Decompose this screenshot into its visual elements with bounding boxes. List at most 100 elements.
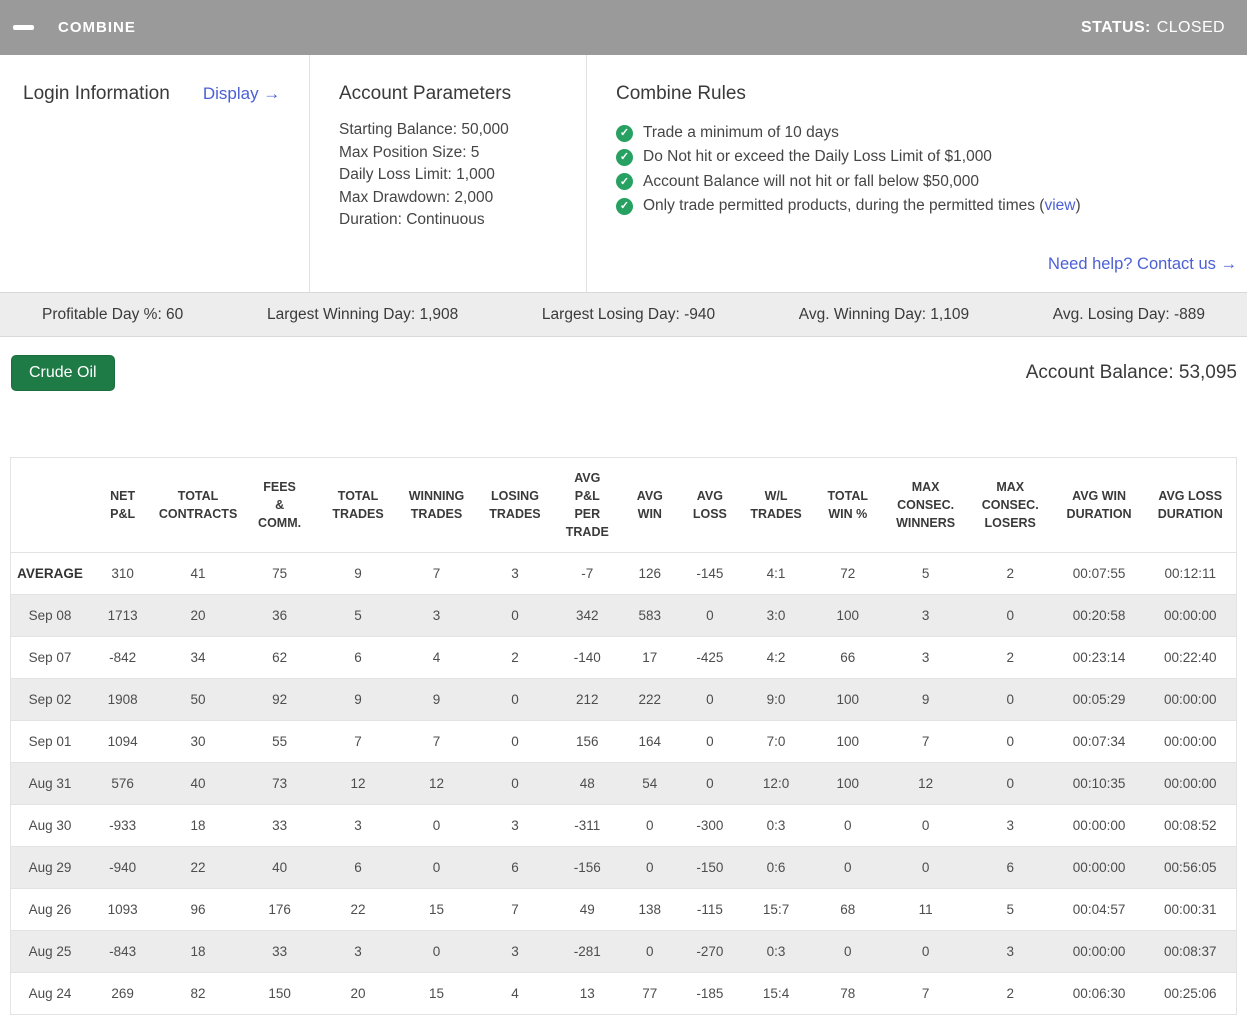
table-cell: 342 <box>554 595 621 637</box>
table-cell: 48 <box>554 763 621 805</box>
table-cell: 00:00:00 <box>1054 847 1145 889</box>
table-cell: 138 <box>621 889 679 931</box>
rule-item: ✓ Only trade permitted products, during … <box>616 194 1237 218</box>
column-header: WINNING TRADES <box>397 458 477 553</box>
table-cell: 00:22:40 <box>1144 637 1236 679</box>
table-cell: 0 <box>811 931 885 973</box>
table-cell: 00:00:00 <box>1054 931 1145 973</box>
table-cell: 0 <box>476 763 553 805</box>
table-cell: 00:56:05 <box>1144 847 1236 889</box>
table-cell: 3:0 <box>741 595 811 637</box>
table-cell: 15 <box>397 973 477 1015</box>
check-icon: ✓ <box>616 173 633 190</box>
view-link[interactable]: view <box>1044 197 1075 214</box>
table-cell: 00:20:58 <box>1054 595 1145 637</box>
table-cell: 2 <box>967 553 1054 595</box>
table-cell: 3 <box>885 595 967 637</box>
table-row: Sep 011094305577015616407:01007000:07:34… <box>11 721 1237 763</box>
column-header: TOTAL CONTRACTS <box>156 458 239 553</box>
table-cell: 3 <box>967 805 1054 847</box>
column-header: NET P&L <box>89 458 156 553</box>
table-cell: 0 <box>621 847 679 889</box>
table-cell: -311 <box>554 805 621 847</box>
table-cell: -425 <box>679 637 742 679</box>
stat-item: Profitable Day %: 60 <box>42 306 183 324</box>
table-cell: 0 <box>679 763 742 805</box>
rule-item: ✓ Do Not hit or exceed the Daily Loss Li… <box>616 145 1237 169</box>
check-icon: ✓ <box>616 198 633 215</box>
row-label: Aug 25 <box>11 931 89 973</box>
table-cell: 50 <box>156 679 239 721</box>
status-value: CLOSED <box>1157 19 1225 36</box>
table-header: NET P&LTOTAL CONTRACTSFEES & COMM.TOTAL … <box>11 458 1237 553</box>
table-cell: 6 <box>476 847 553 889</box>
column-header: TOTAL TRADES <box>319 458 396 553</box>
account-parameters-list: Starting Balance: 50,000Max Position Siz… <box>339 119 586 232</box>
row-label: Aug 24 <box>11 973 89 1015</box>
table-cell: 1093 <box>89 889 156 931</box>
table-cell: -150 <box>679 847 742 889</box>
row-label: Aug 26 <box>11 889 89 931</box>
table-cell: 7 <box>397 553 477 595</box>
table-cell: 0:6 <box>741 847 811 889</box>
table-cell: 150 <box>240 973 320 1015</box>
display-link[interactable]: Display → <box>203 84 280 104</box>
table-cell: 00:07:55 <box>1054 553 1145 595</box>
table-cell: 00:10:35 <box>1054 763 1145 805</box>
column-header: MAX CONSEC. LOSERS <box>967 458 1054 553</box>
account-parameters-heading: Account Parameters <box>339 83 586 105</box>
minimize-icon[interactable] <box>13 25 34 30</box>
column-header: AVG P&L PER TRADE <box>554 458 621 553</box>
table-cell: 15:4 <box>741 973 811 1015</box>
table-cell: 33 <box>240 931 320 973</box>
table-cell: 100 <box>811 595 885 637</box>
daily-stats-table: NET P&LTOTAL CONTRACTSFEES & COMM.TOTAL … <box>10 457 1237 1015</box>
table-cell: 212 <box>554 679 621 721</box>
table-cell: 0 <box>967 595 1054 637</box>
table-cell: 9 <box>319 679 396 721</box>
table-cell: 36 <box>240 595 320 637</box>
stat-item: Avg. Losing Day: -889 <box>1053 306 1205 324</box>
table-cell: 68 <box>811 889 885 931</box>
table-cell: 310 <box>89 553 156 595</box>
account-parameter-line: Max Position Size: 5 <box>339 142 586 165</box>
row-label: Aug 29 <box>11 847 89 889</box>
account-parameter-line: Max Drawdown: 2,000 <box>339 187 586 210</box>
table-cell: 7 <box>885 973 967 1015</box>
table-cell: 62 <box>240 637 320 679</box>
page-title: COMBINE <box>58 19 136 36</box>
column-header: AVG WIN <box>621 458 679 553</box>
table-cell: 0 <box>811 805 885 847</box>
table-cell: 2 <box>476 637 553 679</box>
table-cell: 5 <box>885 553 967 595</box>
product-button-crude-oil[interactable]: Crude Oil <box>11 355 115 391</box>
row-label: AVERAGE <box>11 553 89 595</box>
table-cell: -940 <box>89 847 156 889</box>
table-cell: 55 <box>240 721 320 763</box>
table-cell: 72 <box>811 553 885 595</box>
table-cell: 269 <box>89 973 156 1015</box>
table-cell: 22 <box>319 889 396 931</box>
table-cell: 9:0 <box>741 679 811 721</box>
contact-us-link[interactable]: Need help? Contact us → <box>1048 255 1237 273</box>
combine-rules-section: Combine Rules ✓ Trade a minimum of 10 da… <box>587 55 1247 292</box>
table-cell: 15 <box>397 889 477 931</box>
table-row: AVERAGE3104175973-7126-1454:1725200:07:5… <box>11 553 1237 595</box>
table-row: Aug 2426982150201541377-18515:4787200:06… <box>11 973 1237 1015</box>
table-cell: 0 <box>679 595 742 637</box>
table-cell: 0 <box>967 721 1054 763</box>
column-header: AVG LOSS DURATION <box>1144 458 1236 553</box>
table-cell: 164 <box>621 721 679 763</box>
table-row: Aug 261093961762215749138-11515:76811500… <box>11 889 1237 931</box>
table-cell: -156 <box>554 847 621 889</box>
account-balance: Account Balance: 53,095 <box>1026 362 1237 384</box>
table-cell: 100 <box>811 721 885 763</box>
table-cell: 6 <box>967 847 1054 889</box>
table-cell: 0 <box>967 679 1054 721</box>
account-parameter-line: Daily Loss Limit: 1,000 <box>339 164 586 187</box>
table-cell: 40 <box>240 847 320 889</box>
table-cell: 9 <box>397 679 477 721</box>
table-cell: 12 <box>885 763 967 805</box>
row-label: Sep 01 <box>11 721 89 763</box>
table-cell: 5 <box>319 595 396 637</box>
